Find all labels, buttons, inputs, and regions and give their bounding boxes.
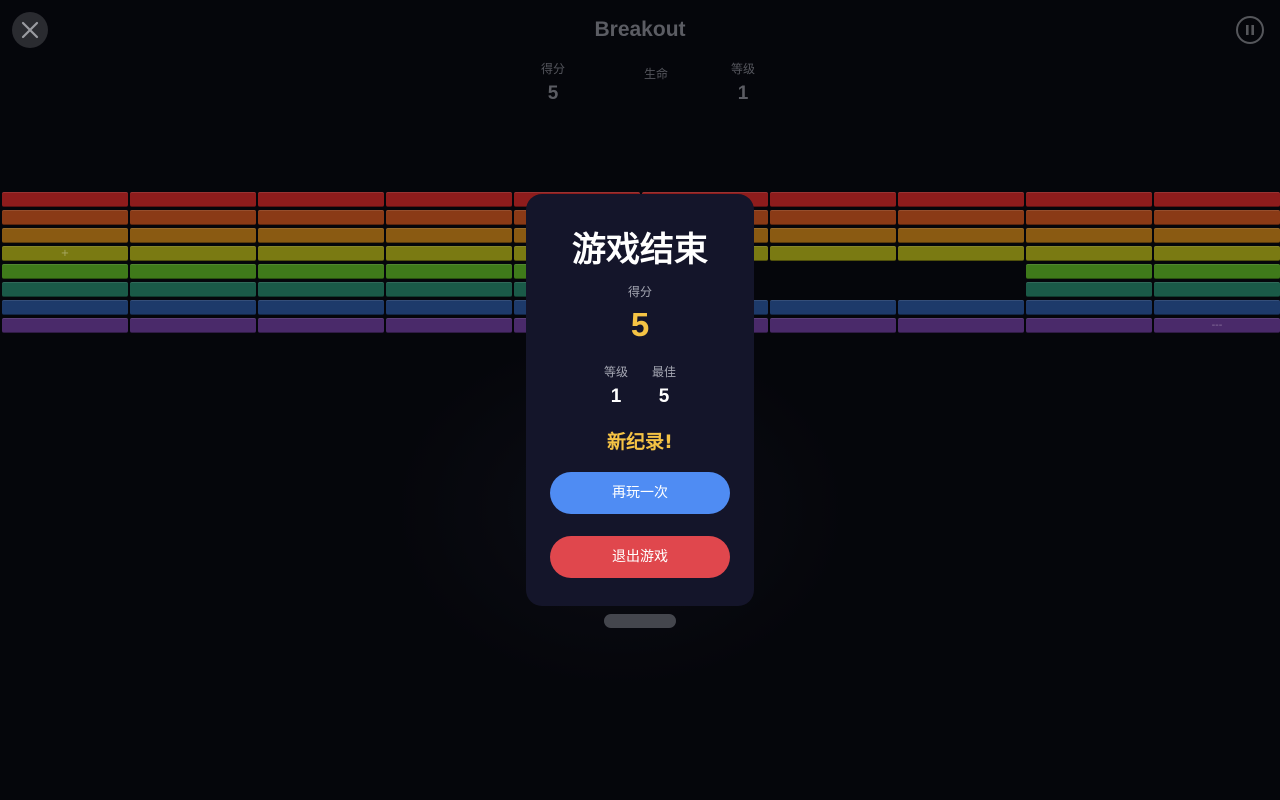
- brick: [130, 264, 256, 279]
- brick: [130, 210, 256, 225]
- dialog-title: 游戏结束: [572, 230, 708, 270]
- brick: [258, 318, 384, 333]
- brick: [130, 228, 256, 243]
- pause-button[interactable]: [1236, 16, 1264, 44]
- stats-bar: 得分 5 生命 等级 1: [0, 60, 1280, 110]
- pause-icon: [1246, 25, 1254, 35]
- brick: [2, 210, 128, 225]
- lives-label: 生命: [643, 67, 668, 81]
- brick: [258, 246, 384, 261]
- score-stat: 得分 5: [513, 60, 593, 105]
- brick: [130, 192, 256, 207]
- level-value: 1: [737, 83, 749, 104]
- brick: [1026, 192, 1152, 207]
- best-score: 最佳 5: [644, 363, 684, 408]
- brick: [1154, 210, 1280, 225]
- final-level-value: 1: [610, 386, 622, 407]
- brick: [386, 210, 512, 225]
- brick: [898, 300, 1024, 315]
- powerup-mark: +: [60, 248, 70, 259]
- brick: [2, 318, 128, 333]
- powerup-mark: ---: [1211, 320, 1223, 331]
- brick: [1154, 246, 1280, 261]
- final-level-label: 等级: [603, 365, 628, 379]
- brick: [2, 228, 128, 243]
- game-screen: Breakout 得分 5 生命 等级 1 + --- 游戏结束 得分 5 等级 …: [0, 0, 1280, 800]
- brick: [2, 300, 128, 315]
- brick: [898, 228, 1024, 243]
- brick: [1154, 192, 1280, 207]
- brick: [1154, 264, 1280, 279]
- brick: [386, 246, 512, 261]
- brick: [258, 282, 384, 297]
- brick: [2, 192, 128, 207]
- quit-game-button[interactable]: 退出游戏: [550, 536, 730, 578]
- brick: [770, 318, 896, 333]
- brick: [386, 300, 512, 315]
- brick: [770, 300, 896, 315]
- game-over-dialog: 游戏结束 得分 5 等级 1 最佳 5 新纪录! 再玩一次 退出游戏: [526, 194, 754, 606]
- brick: [1026, 318, 1152, 333]
- best-score-label: 最佳: [651, 365, 676, 379]
- brick: [258, 300, 384, 315]
- brick: [770, 246, 896, 261]
- brick: [1026, 264, 1152, 279]
- brick: [770, 192, 896, 207]
- brick: [386, 228, 512, 243]
- brick: [1026, 210, 1152, 225]
- brick: [130, 318, 256, 333]
- brick: [2, 264, 128, 279]
- brick: [386, 282, 512, 297]
- brick: [2, 282, 128, 297]
- new-record-badge: 新纪录!: [607, 431, 673, 453]
- brick: [898, 192, 1024, 207]
- brick: [258, 228, 384, 243]
- paddle[interactable]: [604, 614, 676, 628]
- score-value: 5: [547, 83, 559, 104]
- brick: [770, 228, 896, 243]
- brick: [898, 318, 1024, 333]
- final-level: 等级 1: [596, 363, 636, 408]
- game-title: Breakout: [594, 18, 686, 41]
- brick: [898, 210, 1024, 225]
- brick: [1154, 300, 1280, 315]
- brick: [386, 318, 512, 333]
- brick: [386, 264, 512, 279]
- brick: [1026, 282, 1152, 297]
- final-score-value: 5: [630, 306, 650, 343]
- brick: [386, 192, 512, 207]
- lives-stat: 生命: [616, 65, 696, 82]
- brick: [258, 264, 384, 279]
- score-label: 得分: [540, 62, 565, 76]
- brick: [1154, 282, 1280, 297]
- brick: [130, 246, 256, 261]
- brick: [1026, 228, 1152, 243]
- brick: [258, 210, 384, 225]
- brick: [130, 282, 256, 297]
- brick: [770, 210, 896, 225]
- brick: [1026, 246, 1152, 261]
- level-stat: 等级 1: [703, 60, 783, 105]
- final-score-label: 得分: [627, 285, 652, 299]
- brick: [258, 192, 384, 207]
- brick: [898, 246, 1024, 261]
- brick: [1026, 300, 1152, 315]
- brick: [130, 300, 256, 315]
- best-score-value: 5: [658, 386, 670, 407]
- brick: [1154, 228, 1280, 243]
- level-label: 等级: [730, 62, 755, 76]
- play-again-button[interactable]: 再玩一次: [550, 472, 730, 514]
